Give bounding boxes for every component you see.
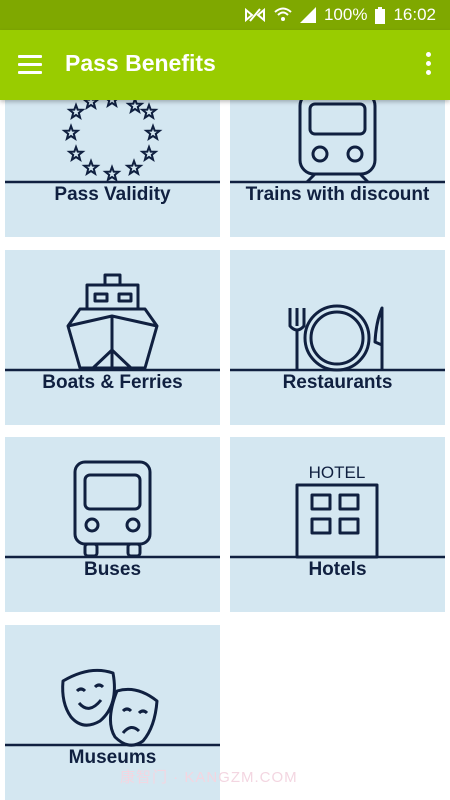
wifi-icon — [274, 7, 292, 21]
tile-label: Restaurants — [282, 372, 393, 393]
tile-label: Pass Validity — [54, 184, 171, 205]
tile-label: Trains with discount — [245, 184, 430, 205]
tile-label: Boats & Ferries — [42, 372, 183, 393]
battery-percent: 100% — [323, 5, 368, 24]
tile-boats-ferries[interactable]: Boats & Ferries — [5, 250, 220, 425]
more-vert-icon[interactable] — [424, 52, 432, 78]
watermark: 康智门 · KANGZM.COM — [120, 769, 298, 786]
tile-restaurants[interactable]: Restaurants — [230, 250, 445, 425]
tile-buses[interactable]: Buses — [5, 437, 220, 612]
status-bar: 100% 16:02 — [0, 0, 450, 30]
hamburger-menu-icon[interactable] — [18, 55, 42, 75]
tile-label: Hotels — [308, 559, 367, 580]
hotel-icon: HOTEL — [230, 463, 445, 559]
nfc-icon — [244, 7, 265, 23]
tile-label: Buses — [83, 559, 142, 580]
page-title: Pass Benefits — [65, 50, 216, 76]
signal-icon — [299, 7, 316, 23]
cutlery-icon — [230, 304, 445, 372]
app-bar: Pass Benefits — [0, 30, 450, 100]
status-icons: 100% 16:02 — [244, 0, 436, 30]
ship-icon — [5, 273, 220, 372]
hotel-sign-text: HOTEL — [309, 463, 366, 482]
status-time: 16:02 — [393, 5, 436, 24]
tile-hotels[interactable]: HOTEL Hotels — [230, 437, 445, 612]
bus-icon — [5, 460, 220, 559]
battery-icon — [375, 6, 386, 24]
